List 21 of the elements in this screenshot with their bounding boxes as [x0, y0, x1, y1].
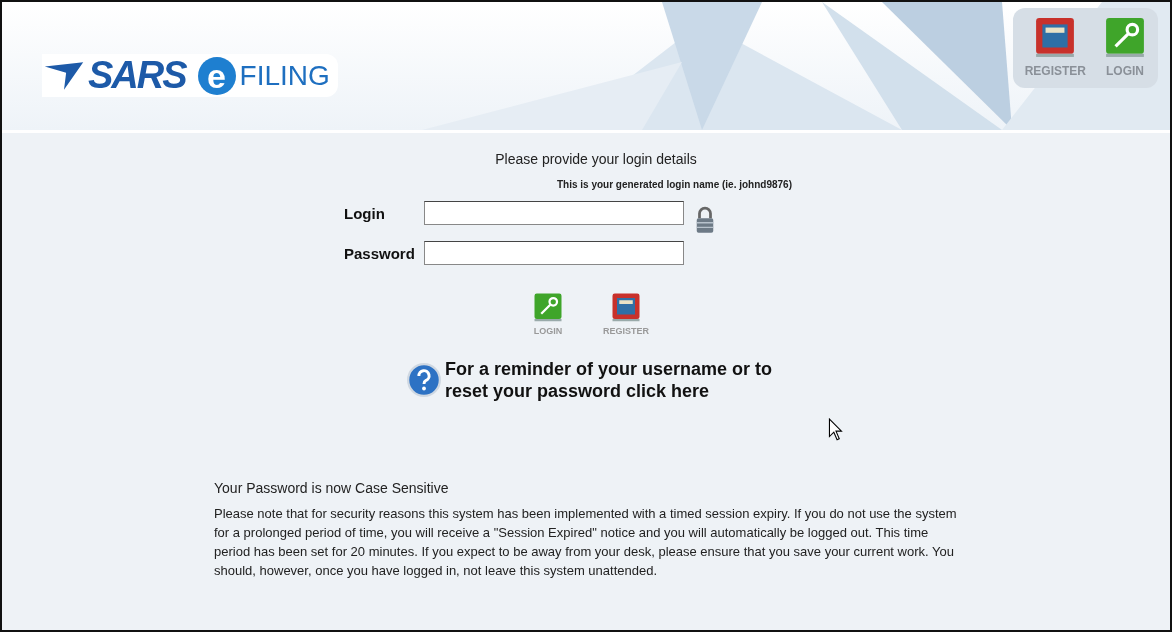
- notice-title: Your Password is now Case Sensitive: [214, 480, 450, 496]
- icon-button[interactable]: REGISTER: [603, 292, 649, 336]
- icon-button[interactable]: LOGIN: [533, 292, 563, 336]
- field-label: Login: [344, 204, 386, 222]
- field-label: Password: [344, 244, 416, 262]
- mouse-cursor-icon: [828, 418, 844, 442]
- input-field[interactable]: [424, 241, 684, 265]
- help-icon: [407, 363, 441, 397]
- help-link[interactable]: For a reminder of your username or to reset your password click here: [445, 358, 775, 402]
- login-hint: This is your generated login name (ie. johnd9876): [556, 179, 792, 190]
- logo-swoosh-icon: [42, 59, 86, 92]
- key-icon: [533, 292, 563, 322]
- folder-icon: [1034, 16, 1077, 58]
- logo[interactable]: SARS e FILING: [42, 54, 338, 97]
- nav-link[interactable]: REGISTER: [1024, 16, 1086, 78]
- form-heading: Please provide your login details: [495, 151, 697, 167]
- input-field[interactable]: [424, 201, 684, 225]
- nav-link[interactable]: LOGIN: [1104, 16, 1146, 78]
- folder-icon: [611, 292, 641, 322]
- notice-text: Please note that for security reasons this system has been implemented with a timed session expiry. If you do not use the system for a prolonged period of time, you will receive a "Session Expired" notice and you will automatically be logged out. This time period has been set for 20 minutes. If you expect to be away from your desk, please ensure that you save your current work. You should, however, once you have logged in, not leave this system unattended.: [214, 505, 958, 580]
- key-icon: [1104, 16, 1146, 58]
